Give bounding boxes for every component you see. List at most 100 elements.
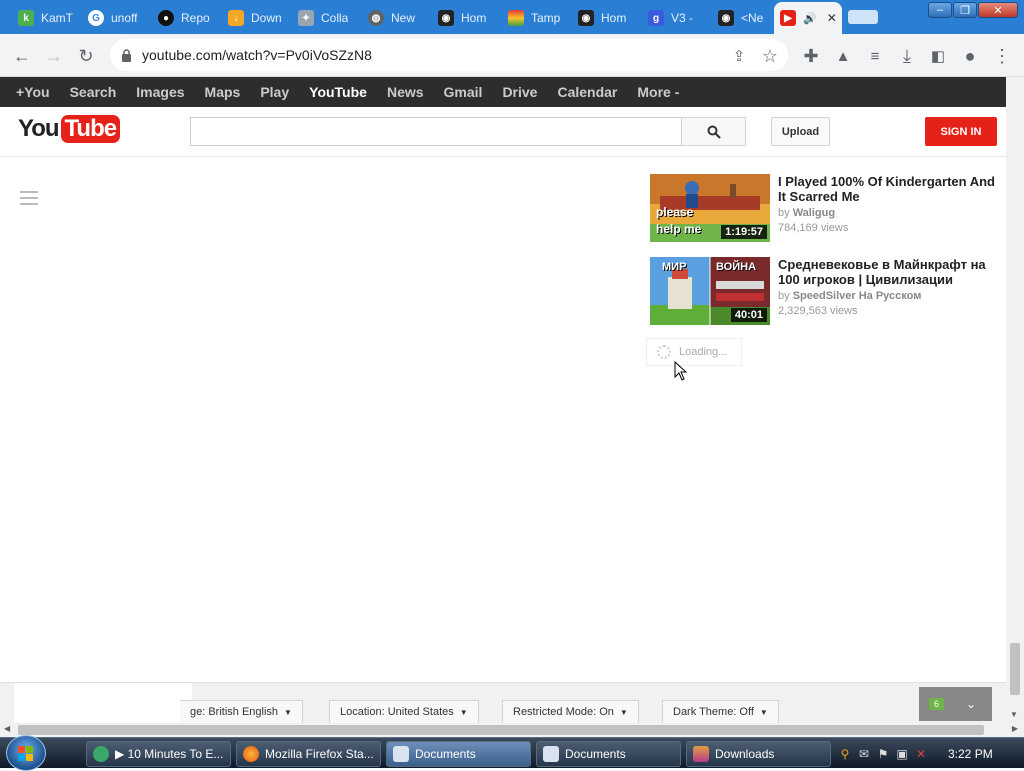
location-picker-button[interactable]: Location: United States ▼ [329, 700, 479, 724]
vertical-scroll-thumb[interactable] [1010, 643, 1020, 695]
maximize-window-icon[interactable]: ❐ [953, 2, 977, 18]
upload-button[interactable]: Upload [771, 117, 830, 146]
dark-theme-button[interactable]: Dark Theme: Off ▼ [662, 700, 779, 724]
thumbnail-caption: help me [656, 222, 702, 236]
media-player-icon [93, 746, 109, 762]
browser-tab[interactable]: ● Repo [152, 4, 222, 32]
gbar-link-news[interactable]: News [387, 84, 424, 100]
flag-tray-icon[interactable]: ⚑ [876, 747, 890, 761]
tampermonkey-favicon-icon: ◉ [718, 10, 734, 26]
profile-avatar-icon[interactable]: ● [958, 44, 982, 68]
video-thumbnail[interactable]: please help me 1:19:57 [650, 174, 770, 242]
channel-name[interactable]: SpeedSilver На Русском [793, 290, 922, 302]
browser-tab-active[interactable]: ▶ 🔊 ✕ [774, 2, 842, 34]
extensions-puzzle-icon[interactable]: ✚ [799, 44, 823, 68]
gbar-link-more[interactable]: More - [637, 84, 679, 100]
scroll-left-arrow-icon[interactable]: ◀ [4, 724, 10, 733]
gbar-link-calendar[interactable]: Calendar [557, 84, 617, 100]
gbar-link-drive[interactable]: Drive [502, 84, 537, 100]
system-clock[interactable]: 3:22 PM [948, 747, 993, 761]
search-icon [707, 125, 721, 139]
browser-tab[interactable]: Tamp [502, 4, 572, 32]
side-panel-icon[interactable]: ◧ [926, 44, 950, 68]
lock-icon[interactable] [120, 48, 132, 62]
gbar-link-youtube[interactable]: YouTube [309, 84, 367, 100]
gbar-link-play[interactable]: Play [260, 84, 289, 100]
start-button[interactable] [6, 735, 46, 771]
speaker-icon[interactable]: 🔊 [803, 12, 817, 25]
new-tab-button[interactable] [848, 10, 878, 24]
video-title[interactable]: Средневековье в Майнкрафт на 100 игроков… [778, 257, 1000, 287]
browser-tab[interactable]: ↓ Down [222, 4, 292, 32]
folder-icon [693, 746, 709, 762]
browser-toolbar: ← → ↻ youtube.com/watch?v=Pv0iVoSZzN8 ⇪ … [0, 34, 1024, 77]
channel-name[interactable]: Waligug [793, 207, 835, 219]
minimize-window-icon[interactable]: – [928, 2, 952, 18]
browser-tab[interactable]: ◉ Hom [432, 4, 502, 32]
video-duration: 40:01 [730, 308, 767, 322]
volume-muted-icon[interactable]: ✕ [914, 747, 928, 761]
scroll-down-arrow-icon[interactable]: ▼ [1010, 710, 1018, 719]
widget-badge: 6 [929, 698, 945, 710]
taskbar-item[interactable]: Downloads [686, 741, 831, 767]
gbar-link-gmail[interactable]: Gmail [444, 84, 483, 100]
language-label: ge: British English [190, 706, 279, 718]
forward-arrow-icon[interactable]: → [42, 44, 66, 68]
search-input[interactable] [190, 117, 682, 146]
video-title[interactable]: I Played 100% Of Kindergarten And It Sca… [778, 174, 1000, 204]
floating-widget[interactable]: 6 ⌄ [919, 687, 992, 721]
taskbar-item[interactable]: Mozilla Firefox Sta... [236, 741, 381, 767]
horizontal-scrollbar[interactable]: ◀ ▶ [0, 723, 1024, 737]
address-bar[interactable]: youtube.com/watch?v=Pv0iVoSZzN8 [110, 39, 788, 71]
vertical-scrollbar[interactable]: ▼ [1006, 77, 1024, 723]
back-arrow-icon[interactable]: ← [10, 44, 34, 68]
browser-tab[interactable]: ◉ Hom [572, 4, 642, 32]
tab-title: Colla [321, 11, 349, 25]
network-tray-icon[interactable]: ▣ [895, 747, 909, 761]
chevron-down-icon[interactable]: ⌄ [966, 697, 976, 711]
close-tab-icon[interactable]: ✕ [827, 11, 837, 25]
gbar-link-images[interactable]: Images [136, 84, 184, 100]
flask-icon[interactable]: ▲ [831, 44, 855, 68]
browser-tab[interactable]: G unoff [82, 4, 152, 32]
sign-in-button[interactable]: SIGN IN [925, 117, 997, 146]
mouse-cursor-icon [674, 361, 688, 381]
related-video-item[interactable]: МИР ВОЙНА 40:01 Средневековье в Майнкраф… [650, 257, 1000, 325]
search-button[interactable] [681, 117, 746, 146]
gbar-link-plus-you[interactable]: +You [16, 84, 50, 100]
gbar-link-maps[interactable]: Maps [205, 84, 241, 100]
tab-title: Repo [181, 11, 210, 25]
search-tray-icon[interactable]: ⚲ [838, 747, 852, 761]
share-icon[interactable]: ⇪ [727, 44, 751, 68]
url-text[interactable]: youtube.com/watch?v=Pv0iVoSZzN8 [142, 47, 372, 63]
close-window-icon[interactable]: ✕ [978, 2, 1018, 18]
browser-tab[interactable]: ✦ Colla [292, 4, 362, 32]
gbar-link-search[interactable]: Search [70, 84, 117, 100]
guide-menu-icon[interactable] [20, 191, 38, 207]
menu-kebab-icon[interactable]: ⋮ [990, 44, 1014, 68]
taskbar-item[interactable]: Documents [536, 741, 681, 767]
taskbar-item-active[interactable]: Documents [386, 741, 531, 767]
taskbar-item[interactable]: ▶ 10 Minutes To E... [86, 741, 231, 767]
download-icon[interactable]: ⤓ [895, 44, 919, 68]
taskbar-item-label: Mozilla Firefox Sta... [265, 747, 374, 761]
youtube-favicon-icon: ▶ [780, 10, 796, 26]
scroll-right-arrow-icon[interactable]: ▶ [1012, 724, 1018, 733]
horizontal-scroll-thumb[interactable] [18, 725, 984, 735]
taskbar-item-label: Documents [415, 747, 476, 761]
restricted-mode-button[interactable]: Restricted Mode: On ▼ [502, 700, 639, 724]
dark-theme-label: Dark Theme: Off [673, 706, 754, 718]
language-picker-button[interactable]: ge: British English ▼ [180, 700, 303, 724]
browser-tab[interactable]: ◍ New [362, 4, 432, 32]
video-thumbnail[interactable]: МИР ВОЙНА 40:01 [650, 257, 770, 325]
load-more-button[interactable]: Loading... [646, 338, 742, 366]
youtube-logo[interactable]: You Tube [18, 115, 121, 143]
browser-tab[interactable]: g V3 - [642, 4, 712, 32]
bookmark-star-icon[interactable]: ☆ [758, 44, 782, 68]
related-video-item[interactable]: please help me 1:19:57 I Played 100% Of … [650, 174, 1000, 242]
accessibility-tray-icon[interactable]: ✉ [857, 747, 871, 761]
reload-icon[interactable]: ↻ [74, 44, 98, 68]
browser-tab[interactable]: ◉ <Ne [712, 4, 774, 32]
reading-list-icon[interactable]: ≡ [863, 44, 887, 68]
browser-tab[interactable]: k KamT [12, 4, 82, 32]
